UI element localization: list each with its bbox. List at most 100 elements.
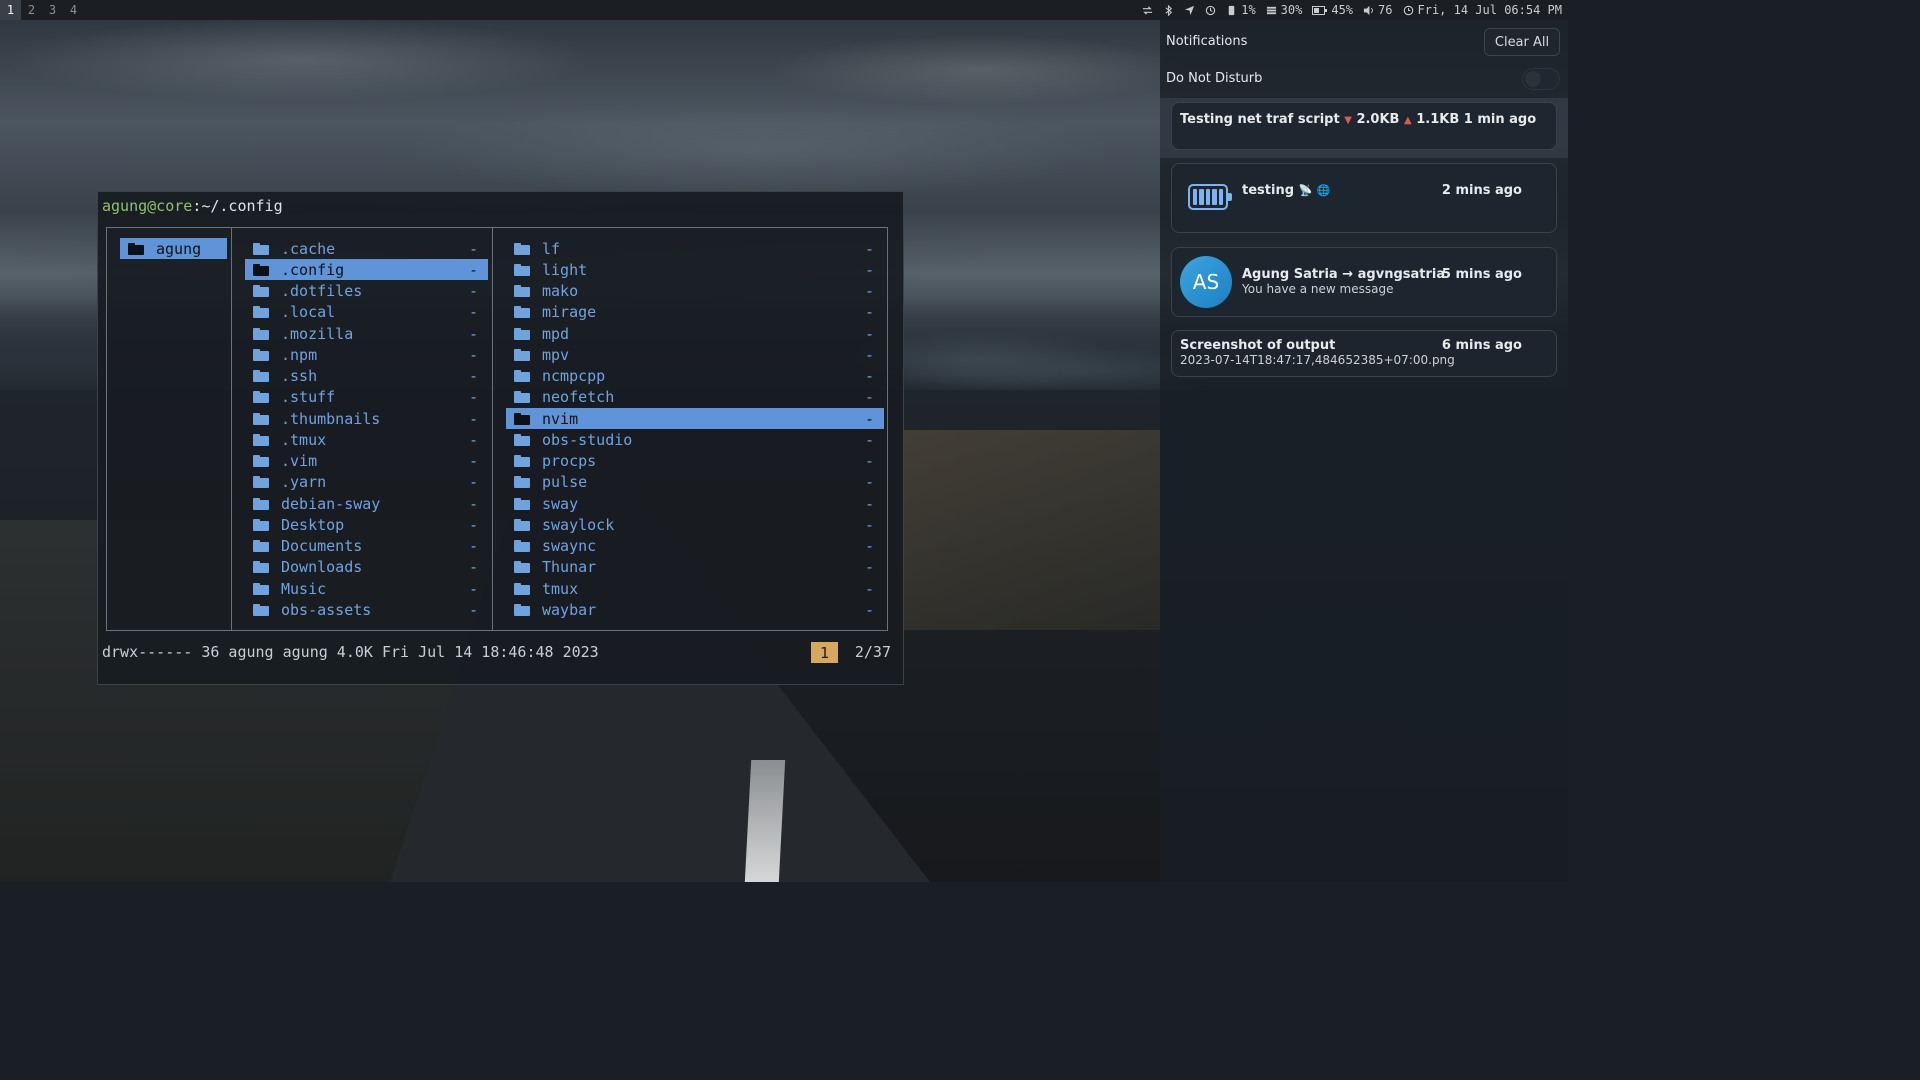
notification-card-screenshot[interactable]: Screenshot of output 6 mins ago 2023-07-… [1171,330,1557,377]
file-row[interactable]: lf - [506,238,884,259]
file-name: mpd [542,324,570,343]
notification-card-message[interactable]: AS Agung Satria → agvngsatria 5 mins ago… [1171,247,1557,317]
folder-icon [514,455,530,467]
folder-icon [514,306,530,319]
send-icon[interactable] [1184,5,1195,16]
folder-icon [514,603,530,616]
file-size: - [468,303,478,322]
file-size: - [468,430,478,449]
file-row[interactable]: tmux - [506,578,884,599]
folder-icon [514,391,530,404]
file-row[interactable]: mpd - [506,323,884,344]
file-row[interactable]: obs-studio - [506,429,884,450]
folder-icon [253,242,269,255]
file-row[interactable]: Downloads - [245,557,488,578]
file-row[interactable]: swaync - [506,536,884,557]
file-size: - [468,282,478,300]
file-row[interactable]: Thunar - [506,557,884,578]
file-row[interactable]: neofetch - [506,387,884,408]
file-row[interactable]: .ssh - [245,366,488,387]
file-row[interactable]: obs-assets - [245,599,488,620]
file-row[interactable]: mpv - [506,344,884,365]
folder-icon [253,540,269,552]
file-row[interactable]: .dotfiles - [245,281,488,302]
clock-widget[interactable]: Fri, 14 Jul 06:54 PM [1403,3,1563,17]
file-name: pulse [542,473,588,492]
file-row[interactable]: light - [506,259,884,280]
file-row[interactable]: .cache - [245,238,488,259]
network-transfer-icon[interactable] [1142,5,1153,16]
notification-body: 2023-07-14T18:47:17,484652385+07:00.png [1180,353,1455,367]
bluetooth-icon[interactable] [1163,4,1174,16]
memory-widget[interactable]: 30% [1266,3,1302,17]
file-row[interactable]: waybar - [506,599,884,620]
workspace-3-button[interactable]: 3 [42,0,63,20]
notification-card-testing[interactable]: testing 📡 🌐 2 mins ago [1171,163,1557,233]
volume-widget[interactable]: 76 [1363,3,1393,17]
workspace-1-button[interactable]: 1 [0,0,21,20]
file-row[interactable]: .stuff - [245,387,488,408]
file-row[interactable]: procps - [506,451,884,472]
file-row[interactable]: Desktop - [245,514,488,535]
battery-widget[interactable]: 45% [1312,3,1353,17]
file-row[interactable]: .vim - [245,451,488,472]
folder-icon [253,306,269,319]
folder-icon [253,285,269,297]
workspace-2-button[interactable]: 2 [21,0,42,20]
folder-icon [514,412,530,425]
file-row[interactable]: .npm - [245,344,488,365]
file-name: swaync [542,537,597,555]
clock-value: Fri, 14 Jul 06:54 PM [1417,3,1563,17]
file-name: Music [281,579,327,598]
memory-icon [1266,6,1276,14]
file-size: - [468,473,478,492]
notification-time: 6 mins ago [1441,338,1522,353]
wallpaper-grass-right [900,430,1160,630]
file-row[interactable]: .mozilla - [245,323,488,344]
file-row[interactable]: .thumbnails - [245,408,488,429]
selection-count-badge: 1 [811,642,838,663]
do-not-disturb-toggle[interactable] [1522,68,1560,90]
file-size: - [864,324,874,343]
do-not-disturb-label: Do Not Disturb [1166,71,1263,86]
file-name: lf [542,239,561,258]
download-amount: 2.0KB [1356,112,1400,127]
file-size: - [864,345,874,364]
clear-all-button[interactable]: Clear All [1484,28,1560,56]
folder-icon [253,263,269,276]
folder-icon [514,327,530,340]
file-row[interactable]: ncmpcpp - [506,366,884,387]
file-row[interactable]: agung [120,238,227,259]
top-bar: 1 2 3 4 1% 30% 45% 76 Fri, 14 Jul 06:54 … [0,0,1568,20]
file-size: - [468,260,478,279]
file-row[interactable]: sway - [506,493,884,514]
file-row[interactable]: mako - [506,281,884,302]
folder-icon [253,327,269,340]
file-name: .cache [281,239,336,258]
notification-title: testing 📡 🌐 [1242,183,1330,198]
cpu-widget[interactable]: 1% [1226,3,1256,17]
file-row[interactable]: nvim - [506,408,884,429]
file-row[interactable]: swaylock - [506,514,884,535]
notification-center: Notifications Clear All Do Not Disturb T… [1160,20,1568,882]
file-row[interactable]: .tmux - [245,429,488,450]
file-row[interactable]: pulse - [506,472,884,493]
file-row[interactable]: debian-sway - [245,493,488,514]
workspace-4-button[interactable]: 4 [63,0,84,20]
file-row[interactable]: mirage - [506,302,884,323]
battery-full-icon [1188,184,1232,210]
notification-title-text: Testing net traf script [1180,112,1340,127]
file-row[interactable]: .config - [245,259,488,281]
file-name: .stuff [281,388,336,407]
file-row[interactable]: Music - [245,578,488,599]
file-row[interactable]: Documents - [245,536,488,557]
file-name: .thumbnails [281,409,381,428]
idle-inhibitor-icon[interactable] [1205,5,1216,16]
terminal-window[interactable]: agung@core:~/.config agung .cache - .confi… [97,191,904,685]
file-row[interactable]: .yarn - [245,472,488,493]
file-size: - [468,324,478,343]
file-size: - [864,579,874,598]
notification-card-net-traf[interactable]: Testing net traf script ▼ 2.0KB ▲ 1.1KB … [1171,102,1557,150]
file-name: .vim [281,452,318,470]
file-row[interactable]: .local - [245,302,488,323]
